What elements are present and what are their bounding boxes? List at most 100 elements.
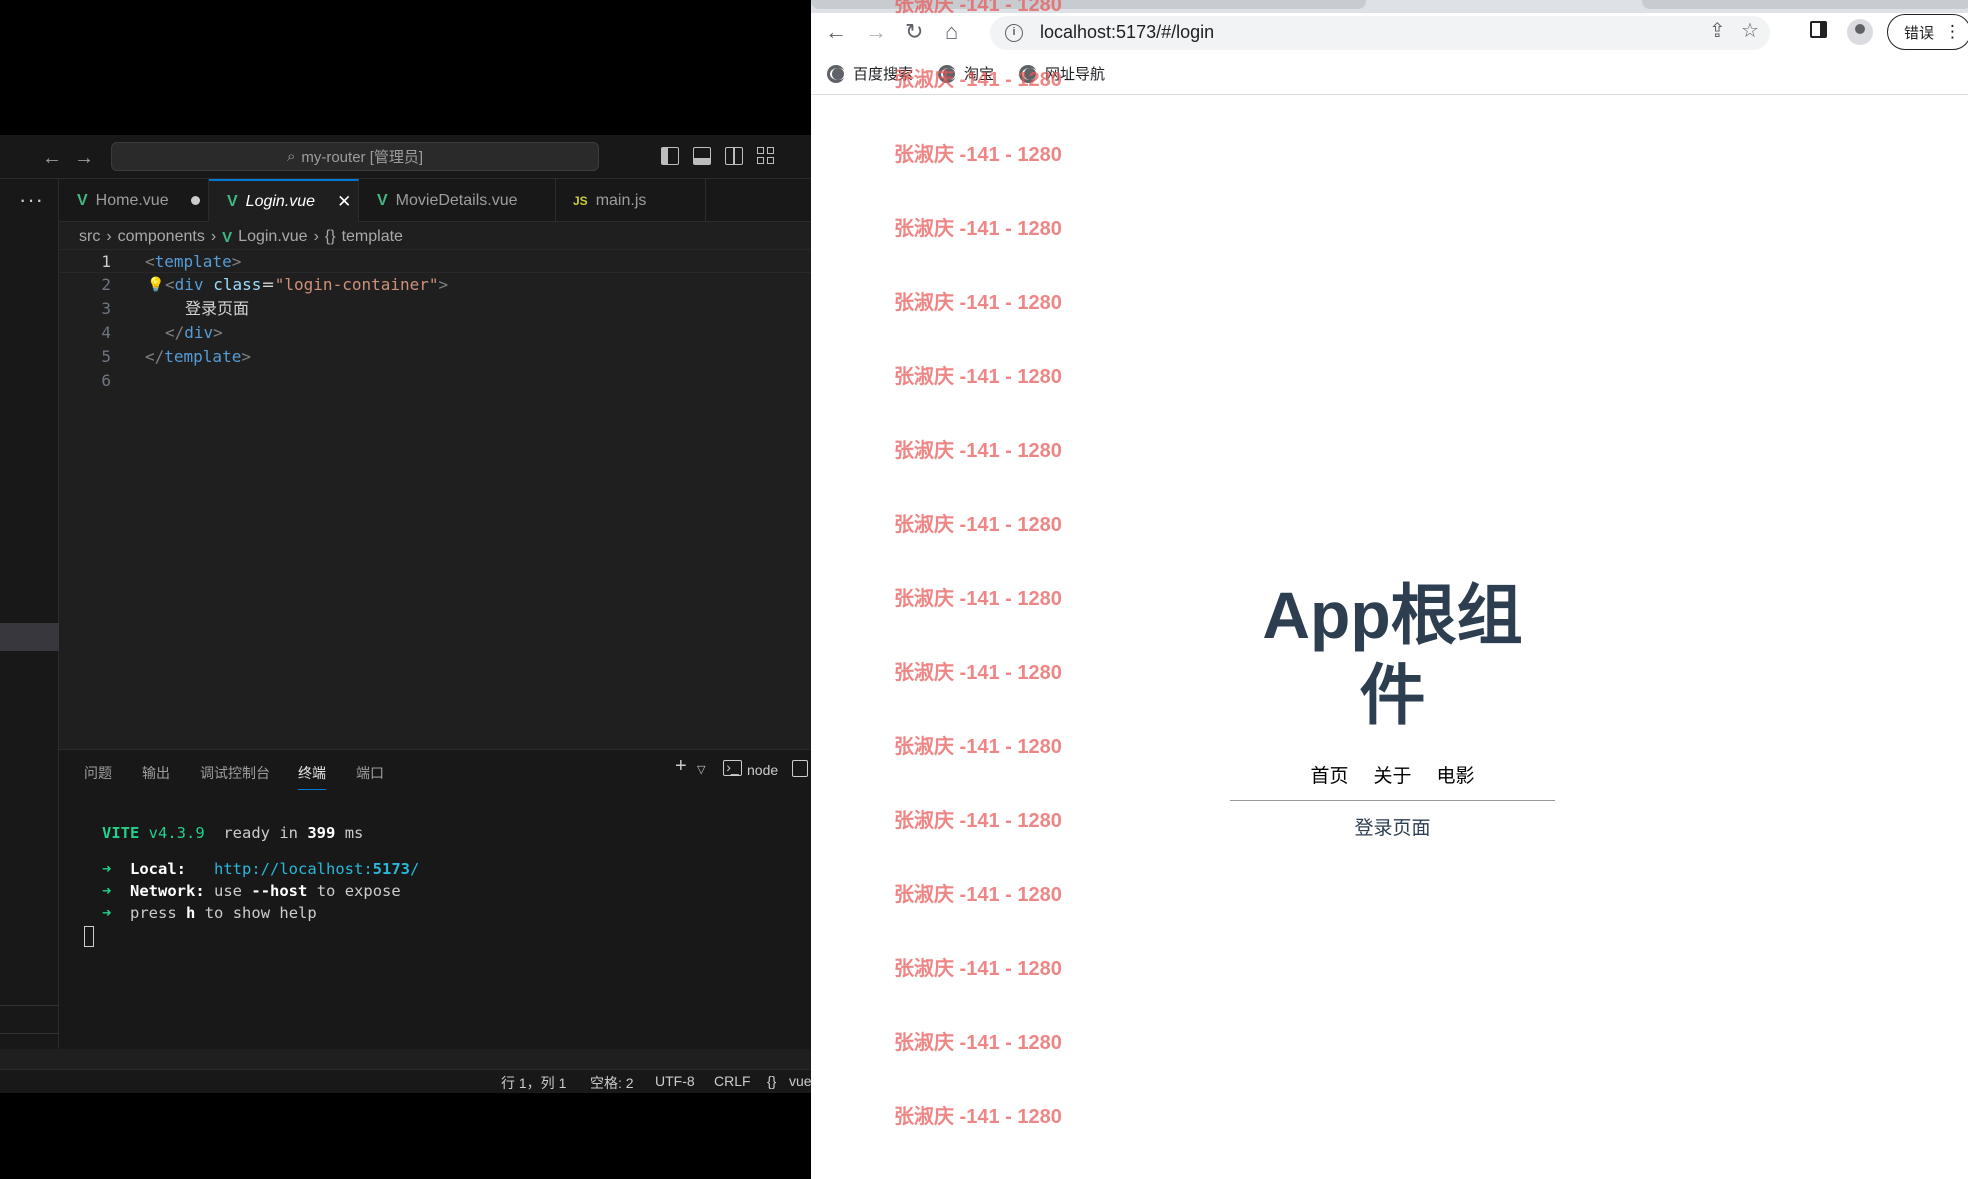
home-icon[interactable]: ⌂ — [945, 19, 958, 45]
toggle-secondary-sidebar-icon[interactable] — [725, 147, 743, 165]
new-terminal-icon[interactable]: + — [675, 755, 687, 778]
router-view-text: 登录页面 — [1354, 818, 1431, 839]
back-arrow-icon[interactable]: ← — [825, 19, 847, 45]
tab-label: Home.vue — [95, 191, 169, 209]
terminal-name[interactable]: node — [747, 762, 778, 778]
status-encoding[interactable]: UTF-8 — [655, 1073, 695, 1089]
lightbulb-icon[interactable]: 💡 — [147, 273, 164, 297]
close-icon[interactable]: ✕ — [337, 192, 351, 212]
watermark-text: 张淑庆 -141 - 1280 — [894, 218, 1062, 240]
side-panel-icon[interactable] — [1810, 21, 1827, 38]
status-cursor-position[interactable]: 行 1，列 1 — [501, 1073, 566, 1093]
line-number: 3 — [101, 299, 111, 318]
terminal-line: ➜ Network: use --host to expose — [102, 882, 401, 900]
terminal-icon: ›_ — [723, 760, 742, 776]
profile-avatar-icon[interactable] — [1847, 19, 1873, 45]
vscode-window: ← → ⌕ my-router [管理员] ··· V Home.vue V L… — [0, 135, 811, 1093]
tab-moviedetails-vue[interactable]: V MovieDetails.vue — [359, 179, 556, 222]
tab-ports[interactable]: 端口 — [356, 763, 384, 783]
code-editor[interactable]: 1 <template> 2 💡 <div class="login-conta… — [59, 249, 811, 729]
app-root: App根组件 首页 关于 电影 登录页面 — [1230, 575, 1555, 840]
nav-link-home[interactable]: 首页 — [1310, 761, 1348, 788]
customize-layout-icon[interactable] — [757, 147, 775, 165]
breadcrumb-item[interactable]: template — [342, 228, 403, 246]
bookmark-star-icon[interactable]: ☆ — [1741, 18, 1759, 43]
tab-debug-console[interactable]: 调试控制台 — [200, 763, 270, 783]
info-icon[interactable]: i — [1005, 24, 1023, 42]
code-token: "login-container" — [274, 275, 439, 294]
tab-main-js[interactable]: JS main.js — [556, 179, 706, 222]
braces-icon: {} — [767, 1073, 777, 1089]
search-icon: ⌕ — [286, 148, 296, 165]
status-bar: 行 1，列 1 空格: 2 UTF-8 CRLF {} vue — [0, 1069, 811, 1093]
terminal-cursor — [84, 926, 94, 947]
tab-terminal[interactable]: 终端 — [298, 763, 326, 790]
line-number: 5 — [101, 347, 111, 366]
status-eol[interactable]: CRLF — [714, 1073, 751, 1089]
nav-link-about[interactable]: 关于 — [1373, 761, 1411, 788]
status-indentation[interactable]: 空格: 2 — [590, 1073, 634, 1093]
code-line[interactable]: 3 登录页面 — [59, 297, 811, 321]
desktop: ← → ⌕ my-router [管理员] ··· V Home.vue V L… — [0, 0, 1968, 1179]
reload-icon[interactable]: ↻ — [905, 19, 923, 45]
terminal-line: ➜ press h to show help — [102, 904, 317, 922]
vue-file-icon: V — [77, 191, 88, 209]
code-line[interactable]: 5 </template> — [59, 345, 811, 369]
tab-login-vue[interactable]: V Login.vue ✕ — [209, 179, 359, 222]
browser-toolbar: ← → ↻ ⌂ i localhost:5173/#/login ⇪ ☆ 错误 … — [811, 13, 1968, 53]
back-arrow-icon[interactable]: ← — [42, 147, 62, 170]
vue-file-icon: V — [227, 192, 238, 210]
app-nav: 首页 关于 电影 — [1230, 761, 1555, 788]
command-center-search[interactable]: ⌕ my-router [管理员] — [111, 142, 599, 171]
nav-link-movies[interactable]: 电影 — [1437, 761, 1475, 788]
code-line[interactable]: 4 </div> — [59, 321, 811, 345]
breadcrumb-item[interactable]: Login.vue — [238, 228, 307, 246]
unsaved-dot-icon[interactable] — [190, 196, 200, 205]
code-line[interactable]: 2 💡 <div class="login-container"> — [59, 273, 811, 297]
watermark-text: 张淑庆 -141 - 1280 — [894, 810, 1062, 832]
share-icon[interactable]: ⇪ — [1709, 18, 1726, 43]
watermark-text: 张淑庆 -141 - 1280 — [894, 69, 1062, 91]
code-line[interactable]: 6 — [59, 369, 811, 393]
activity-selected-item[interactable] — [0, 623, 59, 651]
activity-bar: ··· — [0, 179, 59, 1049]
error-button[interactable]: 错误 ⋮ — [1887, 14, 1968, 50]
line-number: 2 — [101, 275, 111, 294]
watermark-text: 张淑庆 -141 - 1280 — [894, 1032, 1062, 1054]
terminal-line: VITE v4.3.9 ready in 399 ms — [102, 824, 364, 842]
watermark-text: 张淑庆 -141 - 1280 — [894, 958, 1062, 980]
status-language[interactable]: vue — [789, 1073, 811, 1089]
browser-window: ← → ↻ ⌂ i localhost:5173/#/login ⇪ ☆ 错误 … — [811, 0, 1968, 1179]
toggle-panel-icon[interactable] — [693, 147, 711, 165]
vue-file-icon: V — [222, 228, 233, 246]
address-url[interactable]: localhost:5173/#/login — [1040, 22, 1214, 43]
chevron-down-icon[interactable]: ▽ — [697, 763, 705, 776]
tab-home-vue[interactable]: V Home.vue — [59, 179, 209, 222]
chevron-right-icon: › — [106, 228, 112, 245]
breadcrumb: src › components › V Login.vue › {} temp… — [79, 228, 403, 246]
tab-label: main.js — [595, 191, 647, 209]
watermark-text: 张淑庆 -141 - 1280 — [894, 662, 1062, 684]
line-number: 6 — [101, 371, 111, 390]
watermark-text: 张淑庆 -141 - 1280 — [894, 588, 1062, 610]
more-actions-icon[interactable]: ··· — [19, 187, 44, 213]
code-token: template — [164, 347, 242, 366]
browser-tab[interactable] — [1642, 0, 1968, 9]
code-line[interactable]: 1 <template> — [59, 249, 811, 273]
page-content: 张淑庆 -141 - 1280 张淑庆 -141 - 1280 张淑庆 -141… — [811, 95, 1968, 1179]
tab-label: MovieDetails.vue — [395, 191, 518, 209]
code-token: template — [154, 252, 232, 271]
tab-output[interactable]: 输出 — [142, 763, 170, 783]
breadcrumb-item[interactable]: src — [79, 228, 100, 246]
toggle-primary-sidebar-icon[interactable] — [661, 147, 679, 165]
split-terminal-icon[interactable] — [792, 760, 808, 777]
tab-problems[interactable]: 问题 — [84, 763, 112, 783]
forward-arrow-icon[interactable]: → — [865, 19, 887, 45]
forward-arrow-icon[interactable]: → — [74, 147, 94, 170]
breadcrumb-item[interactable]: components — [118, 228, 205, 246]
code-token: div — [174, 275, 204, 294]
chevron-right-icon: › — [313, 228, 319, 245]
address-bar[interactable]: i localhost:5173/#/login ⇪ ☆ — [990, 16, 1770, 50]
vscode-title-bar: ← → ⌕ my-router [管理员] — [0, 135, 811, 179]
watermark-text: 张淑庆 -141 - 1280 — [894, 292, 1062, 314]
